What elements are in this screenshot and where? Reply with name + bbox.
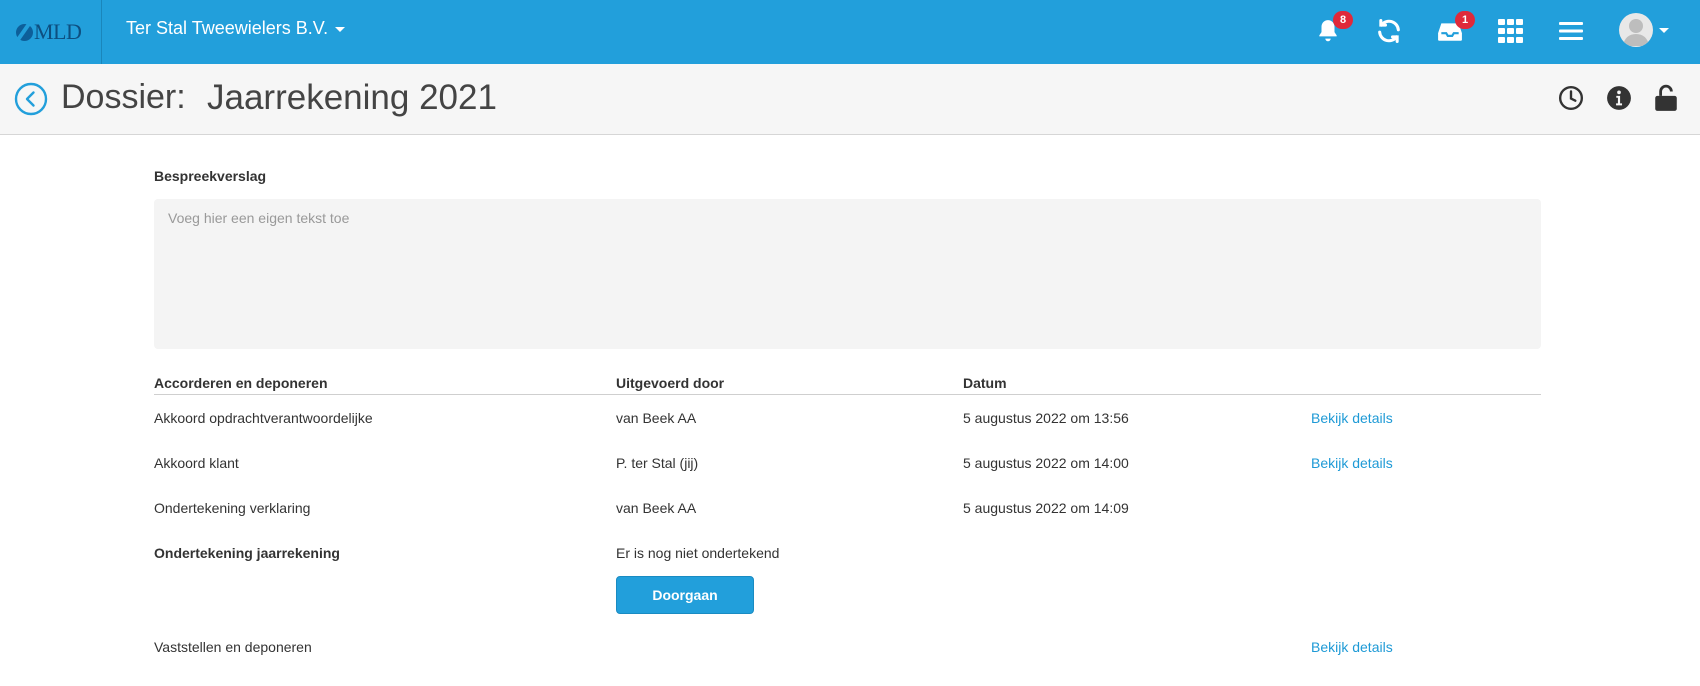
- table-row: Ondertekening jaarrekening Er is nog nie…: [154, 545, 1541, 569]
- view-details-link[interactable]: Bekijk details: [1311, 455, 1393, 471]
- table-row: Ondertekening verklaring van Beek AA 5 a…: [154, 500, 1541, 524]
- step-label: Ondertekening jaarrekening: [154, 545, 340, 561]
- menu-icon: [1559, 22, 1583, 40]
- page-label: Dossier:: [61, 78, 186, 116]
- company-selector[interactable]: Ter Stal Tweewielers B.V.: [126, 18, 346, 39]
- user-avatar[interactable]: [1619, 13, 1653, 47]
- back-button[interactable]: [14, 82, 48, 116]
- step-label: Akkoord klant: [154, 455, 239, 471]
- inbox-badge: 1: [1455, 11, 1475, 29]
- performed-by: van Beek AA: [616, 500, 697, 516]
- page-title: Jaarrekening 2021: [207, 78, 497, 117]
- page-header: Dossier: Jaarrekening 2021: [0, 64, 1700, 135]
- history-icon: [1558, 85, 1584, 111]
- table-row: Akkoord klant P. ter Stal (jij) 5 august…: [154, 455, 1541, 479]
- view-details-link[interactable]: Bekijk details: [1311, 639, 1393, 655]
- refresh-button[interactable]: [1372, 14, 1406, 48]
- notes-textarea[interactable]: [154, 199, 1541, 349]
- table-row: Vaststellen en deponeren Bekijk details: [154, 639, 1541, 663]
- logo-text: MLD: [34, 19, 82, 44]
- user-menu-chevron-icon[interactable]: [1659, 28, 1669, 33]
- info-button[interactable]: [1605, 84, 1633, 112]
- step-label: Akkoord opdrachtverantwoordelijke: [154, 410, 373, 426]
- logo-icon: [16, 23, 33, 41]
- info-icon: [1607, 86, 1631, 110]
- step-label: Vaststellen en deponeren: [154, 639, 312, 655]
- date-value: 5 augustus 2022 om 14:09: [963, 500, 1129, 516]
- notifications-button[interactable]: 8: [1311, 11, 1353, 48]
- refresh-icon: [1378, 18, 1400, 44]
- mld-logo[interactable]: MLD: [16, 0, 102, 64]
- apps-grid-icon: [1498, 19, 1523, 43]
- main-menu-button[interactable]: [1554, 14, 1588, 48]
- column-header-performed-by: Uitgevoerd door: [616, 375, 725, 391]
- date-value: 5 augustus 2022 om 14:00: [963, 455, 1129, 471]
- chevron-down-icon: [335, 27, 346, 32]
- company-name: Ter Stal Tweewielers B.V.: [126, 18, 329, 38]
- chevron-left-circle-icon: [14, 82, 48, 116]
- unlock-button[interactable]: [1652, 84, 1680, 112]
- signing-status: Er is nog niet ondertekend: [616, 545, 780, 561]
- performed-by: P. ter Stal (jij): [616, 455, 699, 471]
- view-details-link[interactable]: Bekijk details: [1311, 410, 1393, 426]
- performed-by: van Beek AA: [616, 410, 697, 426]
- inbox-button[interactable]: 1: [1433, 11, 1475, 48]
- notes-title: Bespreekverslag: [154, 168, 267, 184]
- history-button[interactable]: [1557, 84, 1585, 112]
- notifications-badge: 8: [1333, 11, 1353, 29]
- top-navigation-bar: MLD Ter Stal Tweewielers B.V. 8 1: [0, 0, 1700, 64]
- table-row: Akkoord opdrachtverantwoordelijke van Be…: [154, 410, 1541, 434]
- apps-button[interactable]: [1494, 14, 1528, 48]
- column-header-date: Datum: [963, 375, 1007, 391]
- step-label: Ondertekening verklaring: [154, 500, 311, 516]
- user-avatar-icon: [1623, 19, 1649, 46]
- continue-button[interactable]: Doorgaan: [616, 576, 754, 614]
- unlock-icon: [1655, 84, 1677, 111]
- column-header-step: Accorderen en deponeren: [154, 375, 328, 391]
- approval-table-header: Accorderen en deponeren Uitgevoerd door …: [154, 373, 1541, 395]
- date-value: 5 augustus 2022 om 13:56: [963, 410, 1129, 426]
